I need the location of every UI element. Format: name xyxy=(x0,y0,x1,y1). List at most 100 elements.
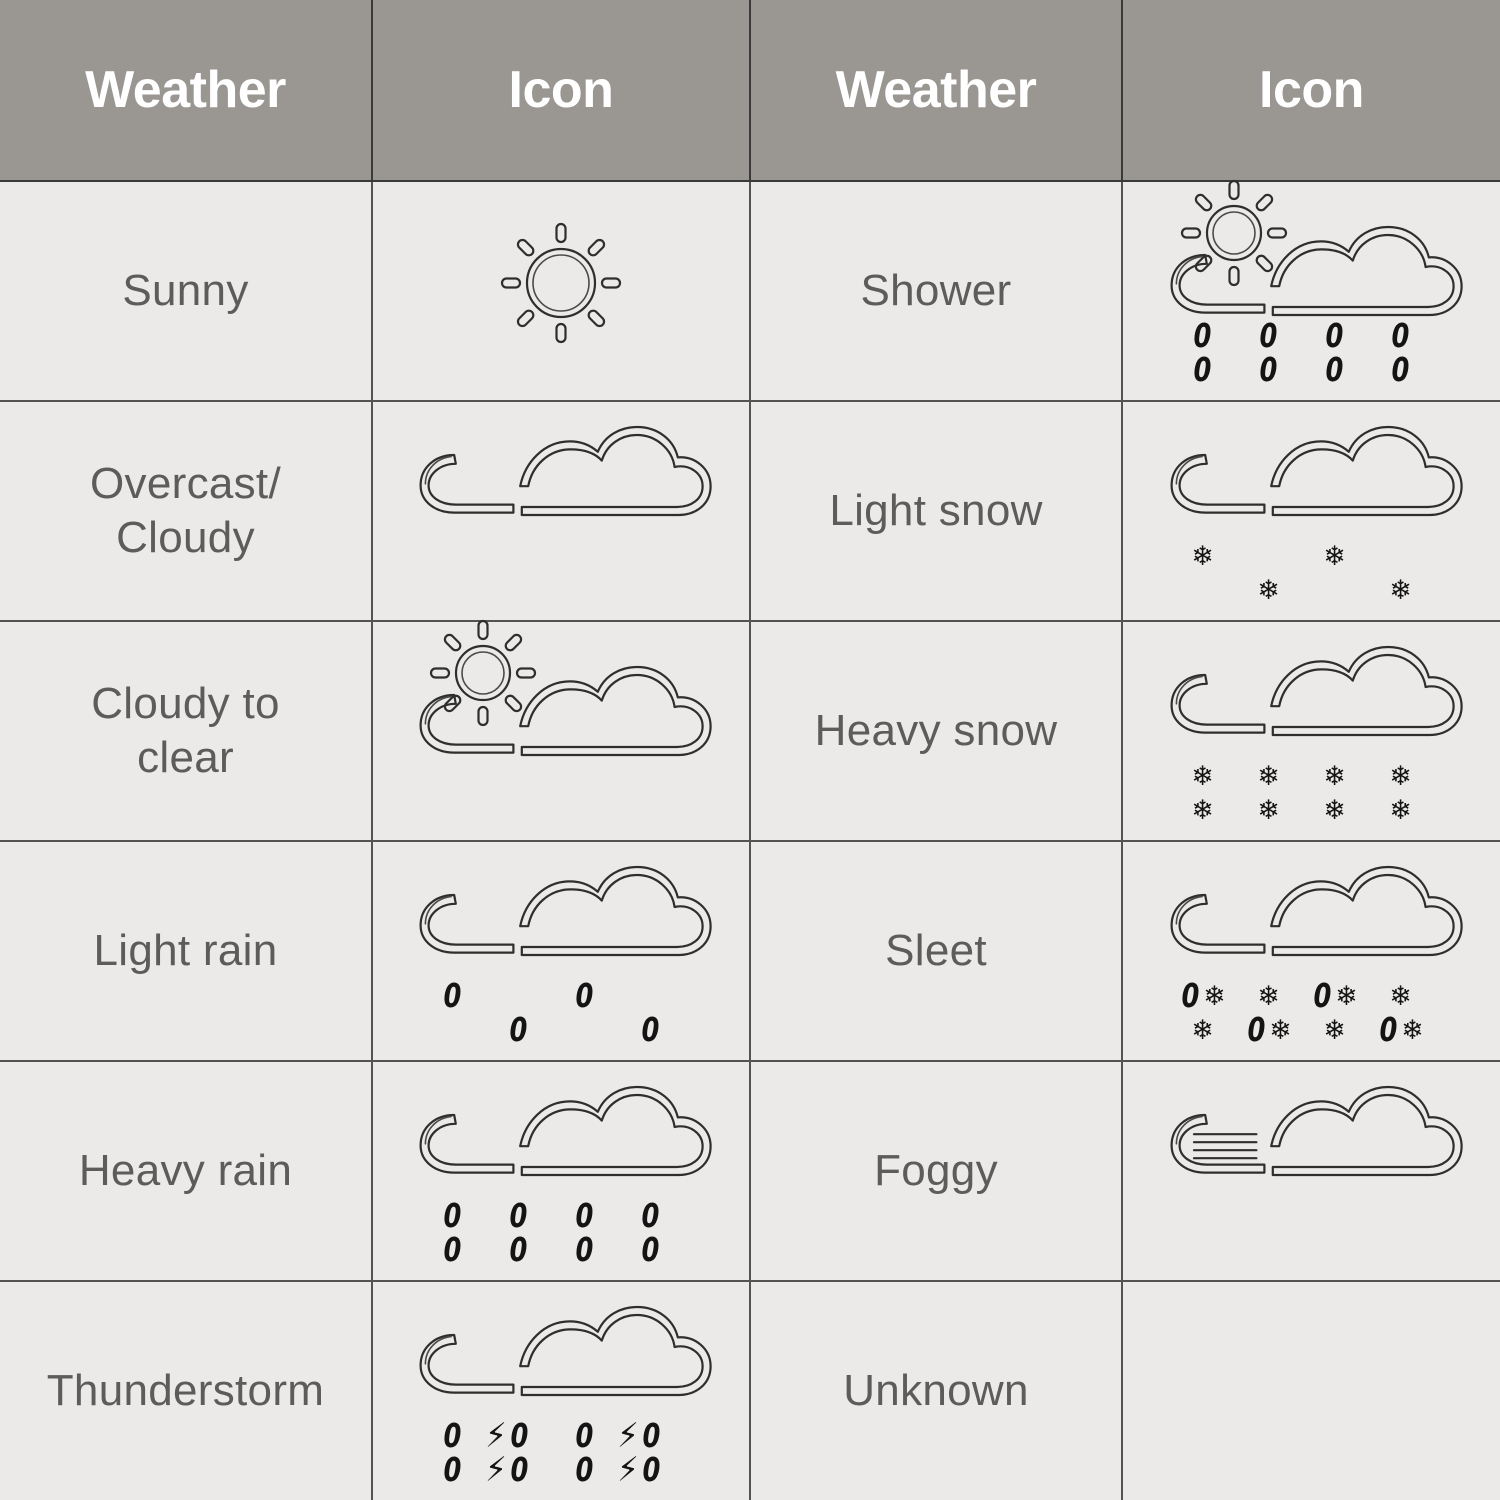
precipitation-group: 00000000 xyxy=(1162,319,1462,389)
cloud-icon-art xyxy=(419,425,712,517)
cloud-group xyxy=(419,425,712,517)
snowflake-icon: ❄ xyxy=(1191,761,1214,792)
weather-label: Sunny xyxy=(0,264,371,318)
sun-cloud-icon xyxy=(411,619,712,831)
column-header-icon-2: Icon xyxy=(1122,0,1500,182)
sleet-icon: 0 ❄ xyxy=(1379,1010,1424,1049)
sun-icon xyxy=(429,619,537,727)
cloud-icon xyxy=(411,411,712,611)
precipitation-group: 00000000 xyxy=(411,1199,711,1269)
sun-icon-art xyxy=(500,222,622,344)
snowflake-icon: ❄ xyxy=(1257,761,1280,792)
header-row: Weather Icon Weather Icon xyxy=(0,0,1500,182)
sleet-icon: 0 ❄ xyxy=(1247,1010,1292,1049)
sun-cloud-icon-art xyxy=(419,619,712,757)
icon-cell xyxy=(1122,1061,1500,1282)
weather-label-line: Overcast/ xyxy=(90,459,281,509)
snowflake-icon: ❄ xyxy=(1323,795,1346,826)
raindrop-icon: 0 xyxy=(443,1416,461,1455)
precipitation-row: ❄ 0 ❄ ❄ 0 ❄ xyxy=(1162,1013,1462,1047)
precipitation-row: ❄ ❄ ❄ ❄ xyxy=(1162,759,1462,793)
precipitation-group: ❄ ❄ ❄ ❄ xyxy=(1162,539,1462,609)
weather-label: Light snow xyxy=(751,484,1121,538)
table-row: Cloudy to clear Heavy snow ❄ ❄ ❄ ❄ ❄ ❄ ❄ ❄ xyxy=(0,619,1500,842)
weather-label-line: clear xyxy=(137,733,234,782)
precipitation-group: 0000 xyxy=(411,979,711,1049)
column-header-icon-1: Icon xyxy=(372,0,751,182)
icon-cell xyxy=(1122,1281,1500,1500)
raindrop-icon: 0 xyxy=(509,1230,527,1269)
snowflake-icon: ❄ xyxy=(1191,541,1214,572)
precipitation-row: ❄ ❄ ❄ ❄ xyxy=(1162,793,1462,827)
weather-label-line: Foggy xyxy=(874,1146,998,1196)
lightning-icon: ⚡ 0 xyxy=(485,1450,529,1490)
weather-label: Sleet xyxy=(751,924,1121,978)
column-header-weather-1: Weather xyxy=(0,0,373,182)
icon-cell: 00000000 xyxy=(372,1061,751,1282)
table-row: Sunny Shower 0 0 0 0 0 0 0 0 xyxy=(0,179,1500,402)
raindrop-icon: 0 xyxy=(1325,350,1344,389)
weather-label-line: Light snow xyxy=(829,486,1043,536)
raindrop-icon: 0 xyxy=(1259,350,1278,389)
raindrop-icon: 0 xyxy=(509,1196,527,1235)
raindrop-icon: 0 xyxy=(443,1196,461,1235)
weather-label-cell: Light snow xyxy=(750,401,1123,622)
precipitation-group: 0 ❄ ❄ 0 ❄ ❄ ❄ 0 ❄ ❄ 0 ❄ xyxy=(1162,979,1462,1049)
precipitation-row: 00 xyxy=(411,979,711,1013)
weather-label-line: Sleet xyxy=(885,926,987,976)
cloud-group xyxy=(419,1305,712,1397)
table-row: Heavy rain 0 0 0 0 0 0 0 0 Foggy xyxy=(0,1061,1500,1282)
precipitation-row: 0 0 0 0 xyxy=(411,1199,711,1233)
weather-legend-page: Weather Icon Weather Icon Sunny Shower 0 0 0… xyxy=(0,0,1500,1500)
table-body: Sunny Shower 0 0 0 0 0 0 0 0 Overcast/Cloudy Light … xyxy=(0,179,1500,1500)
snowflake-icon: ❄ xyxy=(1257,981,1280,1012)
lightning-icon: ⚡ 0 xyxy=(617,1416,661,1456)
snowflake-icon: ❄ xyxy=(1389,575,1412,606)
sun-cloud-rain-icon: 00000000 xyxy=(1162,179,1463,391)
cloud-sleet-icon: 0 ❄ ❄ 0 ❄ ❄ ❄ 0 ❄ ❄ 0 ❄ xyxy=(1162,851,1463,1051)
cloud-group xyxy=(1170,865,1463,957)
cloud-group xyxy=(419,865,712,957)
weather-label-line: Light rain xyxy=(93,926,278,976)
cloud-fog-icon-art xyxy=(1170,1085,1463,1177)
precipitation-group: ❄ ❄ ❄ ❄ ❄ ❄ ❄ ❄ xyxy=(1162,759,1462,829)
precipitation-group: 0 ⚡ 0 0 ⚡ 0 0 ⚡ 0 0 ⚡ 0 xyxy=(411,1419,711,1489)
precipitation-row: 0 0 0 0 xyxy=(411,1233,711,1267)
raindrop-icon: 0 xyxy=(1259,316,1278,355)
weather-label-line: Unknown xyxy=(843,1366,1029,1416)
weather-legend-table: Weather Icon Weather Icon Sunny Shower 0 0 0… xyxy=(0,0,1500,1500)
weather-label-cell: Sunny xyxy=(0,181,373,402)
weather-label-cell: Overcast/Cloudy xyxy=(0,401,373,622)
weather-label-cell: Unknown xyxy=(750,1281,1123,1500)
weather-label-cell: Heavy snow xyxy=(750,621,1123,842)
lightning-icon: ⚡ 0 xyxy=(617,1450,661,1490)
raindrop-icon: 0 xyxy=(575,1450,593,1489)
raindrop-icon: 0 xyxy=(443,1450,461,1489)
icon-cell: ❄ ❄ ❄ ❄ xyxy=(1122,401,1500,622)
raindrop-icon: 0 xyxy=(1391,316,1410,355)
cloud-fog-icon xyxy=(1162,1071,1463,1271)
icon-cell: 0 ⚡ 0 0 ⚡ 0 0 ⚡ 0 0 ⚡ 0 xyxy=(372,1281,751,1500)
cloud-group xyxy=(419,1085,712,1177)
weather-label-line: Cloudy to xyxy=(91,679,280,729)
raindrop-icon: 0 xyxy=(1391,350,1410,389)
weather-label-cell: Light rain xyxy=(0,841,373,1062)
weather-label-line: Heavy snow xyxy=(814,706,1058,756)
weather-label-cell: Cloudy to clear xyxy=(0,621,373,842)
cloud-light-snow-icon: ❄ ❄ ❄ ❄ xyxy=(1162,411,1463,611)
weather-label: Foggy xyxy=(751,1144,1121,1198)
snowflake-icon: ❄ xyxy=(1257,575,1280,606)
snowflake-icon: ❄ xyxy=(1323,541,1346,572)
cloud-group xyxy=(1170,645,1463,737)
snowflake-icon: ❄ xyxy=(1323,1015,1346,1046)
precipitation-row: 0 ⚡ 0 0 ⚡ 0 xyxy=(411,1416,711,1456)
raindrop-icon: 0 xyxy=(575,976,593,1015)
sun-icon xyxy=(1180,179,1287,287)
raindrop-icon: 0 xyxy=(641,1010,659,1049)
snowflake-icon: ❄ xyxy=(1389,981,1412,1012)
cloud-heavy-rain-icon: 00000000 xyxy=(411,1071,712,1271)
precipitation-row: 00 xyxy=(411,1013,711,1047)
precipitation-row: 0 ❄ ❄ 0 ❄ ❄ xyxy=(1162,979,1462,1013)
weather-label-cell: Foggy xyxy=(750,1061,1123,1282)
raindrop-icon: 0 xyxy=(641,1230,659,1269)
